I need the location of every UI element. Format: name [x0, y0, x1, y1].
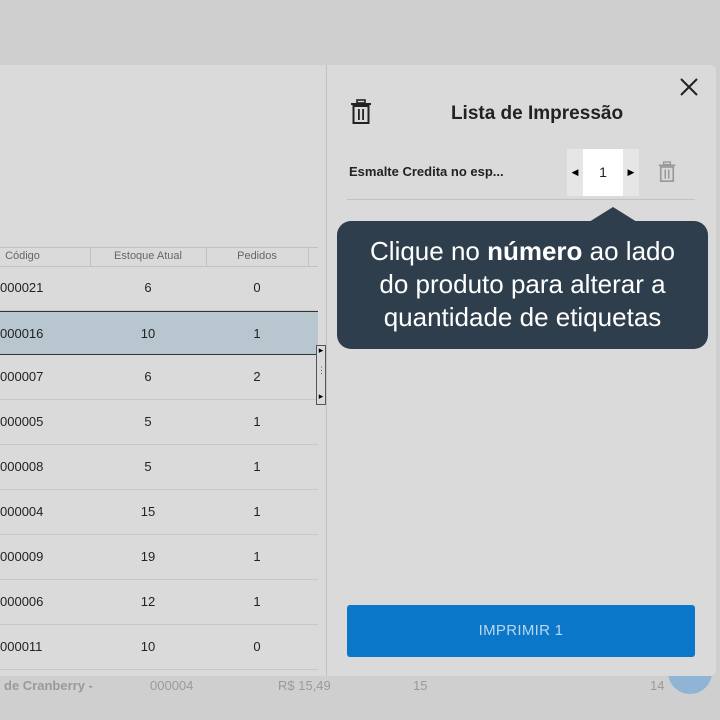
- table-row[interactable]: 000008 5 1: [0, 445, 318, 490]
- product-code-cell: 000006: [0, 594, 44, 609]
- grip-icon: ⋮: [317, 365, 326, 375]
- stock-cell: 12: [140, 594, 156, 609]
- stock-cell: 5: [144, 459, 152, 474]
- decrement-arrow-icon[interactable]: ◀: [567, 149, 583, 196]
- product-code-cell: 000008: [0, 459, 44, 474]
- product-code-cell: 000005: [0, 414, 44, 429]
- product-code-cell: 000007: [0, 369, 44, 384]
- panel-resize-handle[interactable]: ▸ ⋮ ▸: [316, 345, 326, 405]
- orders-cell: 2: [253, 369, 261, 384]
- product-code-cell: 000021: [0, 280, 44, 295]
- product-code-cell: 000004: [0, 504, 44, 519]
- tooltip-line-2: do produto para alterar a: [379, 269, 666, 299]
- table-row[interactable]: 000006 12 1: [0, 580, 318, 625]
- background-product-code: 000004: [150, 678, 194, 693]
- stock-cell: 10: [140, 639, 156, 654]
- quantity-value[interactable]: 1: [583, 149, 623, 196]
- orders-cell: 1: [253, 549, 261, 564]
- header-separator: [308, 248, 309, 266]
- print-button[interactable]: IMPRIMIR 1: [347, 605, 695, 657]
- print-list-item: Esmalte Credita no esp... ◀ 1 ▶: [347, 149, 695, 200]
- onboarding-tooltip: Clique no número ao lado do produto para…: [337, 221, 708, 349]
- product-code-cell: 000016: [0, 326, 44, 341]
- orders-cell: 1: [253, 326, 261, 341]
- product-code-cell: 000011: [0, 639, 43, 654]
- header-code[interactable]: Código: [0, 250, 45, 262]
- tooltip-line-1: Clique no número ao lado: [370, 236, 675, 266]
- print-list-pane: Lista de Impressão Esmalte Credita no es…: [327, 65, 716, 676]
- table-row[interactable]: 000011 10 0: [0, 625, 318, 670]
- orders-cell: 1: [253, 459, 261, 474]
- orders-cell: 0: [253, 280, 261, 295]
- background-product-count: 14: [650, 678, 665, 693]
- tooltip-arrow: [589, 207, 637, 222]
- orders-cell: 1: [253, 504, 261, 519]
- print-list-title: Lista de Impressão: [450, 103, 624, 124]
- background-product-stock: 15: [413, 678, 428, 693]
- background-product-name: de Cranberry -: [4, 678, 93, 693]
- orders-cell: 1: [253, 414, 261, 429]
- increment-arrow-icon[interactable]: ▶: [623, 149, 639, 196]
- stock-cell: 5: [144, 414, 152, 429]
- table-row[interactable]: 000004 15 1: [0, 490, 318, 535]
- print-item-name: Esmalte Credita no esp...: [349, 164, 504, 179]
- header-stock[interactable]: Estoque Atual: [90, 250, 206, 262]
- table-row[interactable]: 000021 6 0: [0, 266, 318, 311]
- remove-item-trash-icon[interactable]: [657, 161, 677, 183]
- table-header: Código Estoque Atual Pedidos: [0, 247, 318, 267]
- orders-cell: 0: [253, 639, 261, 654]
- product-code-cell: 000009: [0, 549, 44, 564]
- tooltip-line-3: quantidade de etiquetas: [383, 302, 662, 332]
- table-row[interactable]: 000016 10 1: [0, 311, 318, 355]
- chevron-right-icon: ▸: [318, 345, 324, 355]
- close-icon[interactable]: [677, 75, 701, 99]
- stock-cell: 6: [144, 369, 152, 384]
- stock-cell: 19: [140, 549, 156, 564]
- header-orders[interactable]: Pedidos: [206, 250, 308, 262]
- clear-list-trash-icon[interactable]: [349, 99, 373, 125]
- background-header: [0, 0, 720, 65]
- table-row[interactable]: 000009 19 1: [0, 535, 318, 580]
- stock-cell: 6: [144, 280, 152, 295]
- print-modal: Código Estoque Atual Pedidos 000021 6 0 000…: [0, 65, 716, 676]
- table-body: 000021 6 0 000016 10 1 000007 6 2 000005 5 1 000008 5…: [0, 266, 318, 670]
- quantity-stepper[interactable]: ◀ 1 ▶: [567, 149, 639, 196]
- orders-cell: 1: [253, 594, 261, 609]
- product-table-pane: Código Estoque Atual Pedidos 000021 6 0 000…: [0, 65, 326, 676]
- stock-cell: 10: [140, 326, 156, 341]
- table-row[interactable]: 000005 5 1: [0, 400, 318, 445]
- stock-cell: 15: [140, 504, 156, 519]
- background-product-price: R$ 15,49: [278, 678, 331, 693]
- table-row[interactable]: 000007 6 2: [0, 355, 318, 400]
- chevron-right-icon: ▸: [318, 391, 324, 401]
